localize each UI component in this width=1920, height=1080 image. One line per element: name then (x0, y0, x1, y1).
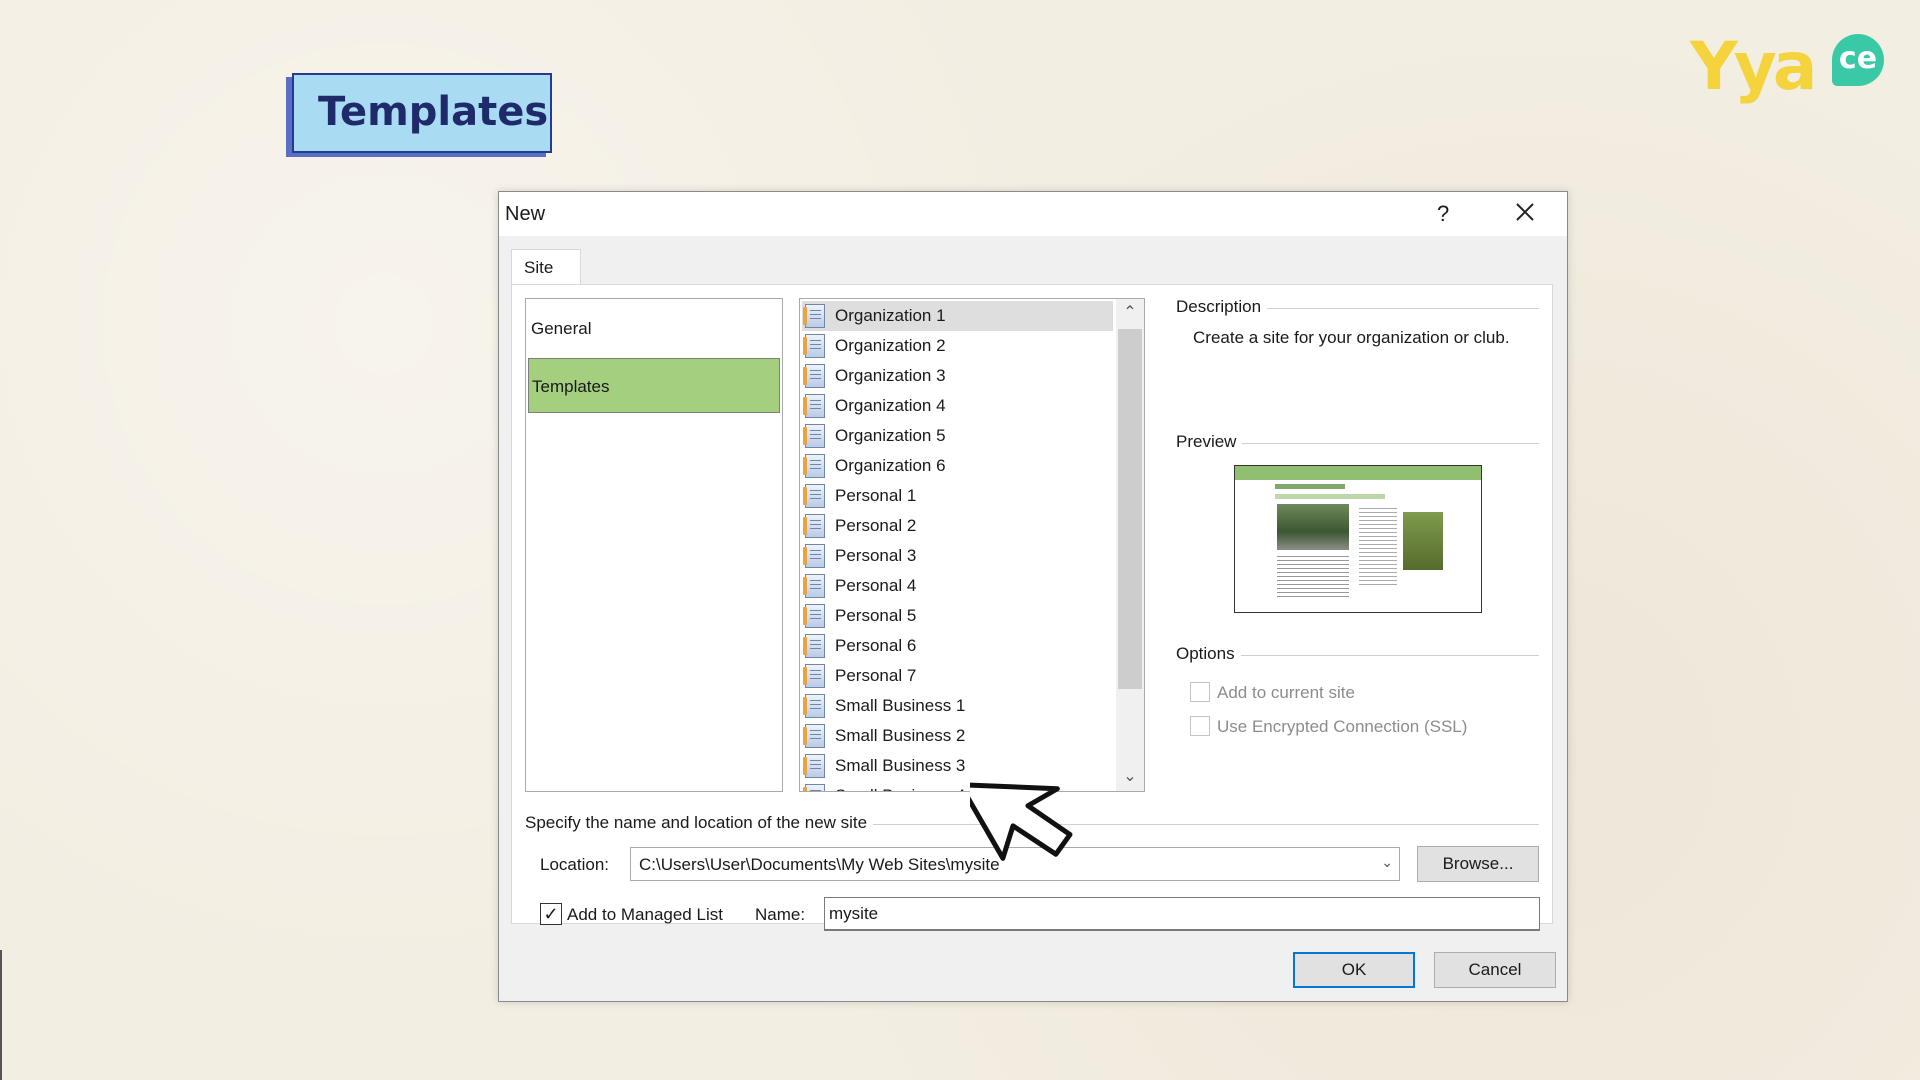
template-item[interactable]: Organization 2 (802, 331, 1113, 361)
template-item-label: Small Business 1 (835, 696, 966, 715)
template-item[interactable]: Organization 5 (802, 421, 1113, 451)
description-heading: Description (1176, 297, 1268, 317)
web-template-icon (803, 754, 825, 778)
scroll-up-icon[interactable]: ⌃ (1116, 299, 1144, 327)
template-item-label: Small Business 3 (835, 756, 966, 775)
name-field[interactable]: mysite (824, 897, 1540, 931)
scroll-down-icon[interactable]: ⌄ (1116, 763, 1144, 791)
name-value: mysite (829, 904, 879, 923)
description-text: Create a site for your organization or c… (1193, 328, 1510, 347)
web-template-icon (803, 544, 825, 568)
web-template-icon (803, 784, 825, 791)
template-item[interactable]: Personal 2 (802, 511, 1113, 541)
ssl-label: Use Encrypted Connection (SSL) (1217, 717, 1468, 736)
web-template-icon (803, 394, 825, 418)
preview-heading: Preview (1176, 432, 1243, 452)
web-template-icon (803, 424, 825, 448)
template-item-label: Personal 7 (835, 666, 917, 685)
template-item[interactable]: Organization 4 (802, 391, 1113, 421)
template-item-label: Personal 5 (835, 606, 917, 625)
web-template-icon (803, 604, 825, 628)
managed-list-label: Add to Managed List (567, 905, 723, 924)
template-item[interactable]: Personal 7 (802, 661, 1113, 691)
mouse-pointer-icon (970, 782, 1073, 861)
template-items: Organization 1 Organization 2 Organization… (800, 299, 1115, 791)
template-item[interactable]: Personal 3 (802, 541, 1113, 571)
category-general[interactable]: General (528, 301, 780, 356)
ssl-checkbox[interactable] (1190, 716, 1210, 736)
cancel-button[interactable]: Cancel (1434, 952, 1556, 988)
template-item[interactable]: Personal 1 (802, 481, 1113, 511)
brand-logo: Yya ce (1690, 28, 1900, 108)
template-item-label: Personal 2 (835, 516, 917, 535)
lesson-title-badge: Templates (292, 73, 552, 153)
template-item-label: Personal 4 (835, 576, 917, 595)
dialog-title: New (505, 203, 546, 225)
web-template-icon (803, 364, 825, 388)
web-template-icon (803, 634, 825, 658)
template-item[interactable]: Organization 6 (802, 451, 1113, 481)
help-button[interactable]: ? (1437, 201, 1449, 227)
options-divider (1212, 655, 1539, 656)
add-to-current-site-checkbox[interactable] (1190, 682, 1210, 702)
template-item-label: Organization 1 (835, 306, 946, 325)
template-item-label: Personal 6 (835, 636, 917, 655)
name-label: Name: (755, 905, 806, 924)
template-item[interactable]: Personal 4 (802, 571, 1113, 601)
template-scrollbar[interactable]: ⌃ ⌄ (1116, 299, 1144, 791)
template-item-label: Organization 2 (835, 336, 946, 355)
new-site-dialog: New ? Site General Templates Organizatio… (498, 191, 1568, 1002)
add-to-current-site-label: Add to current site (1217, 683, 1355, 702)
logo-text: Yya (1690, 28, 1817, 105)
location-label: Location: (540, 855, 609, 874)
template-item[interactable]: Small Business 2 (802, 721, 1113, 751)
location-section-heading: Specify the name and location of the new… (525, 813, 874, 833)
template-item-label: Personal 3 (835, 546, 917, 565)
close-icon[interactable] (1511, 198, 1539, 226)
web-template-icon (803, 514, 825, 538)
preview-divider (1212, 443, 1539, 444)
chevron-down-icon[interactable]: ⌄ (1381, 854, 1393, 871)
lesson-title: Templates (318, 89, 549, 135)
template-item-label: Small Business 2 (835, 726, 966, 745)
edge-line (0, 950, 2, 1080)
template-item[interactable]: Personal 6 (802, 631, 1113, 661)
location-value: C:\Users\User\Documents\My Web Sites\mys… (639, 855, 1000, 874)
managed-list-checkbox[interactable]: ✓ (540, 903, 562, 925)
web-template-icon (803, 304, 825, 328)
template-preview-image (1234, 465, 1482, 613)
web-template-icon (803, 724, 825, 748)
template-item-label: Organization 3 (835, 366, 946, 385)
template-item[interactable]: Organization 1 (802, 301, 1113, 331)
template-item-label: Small Business 4 (835, 786, 965, 791)
logo-badge-text: ce (1838, 41, 1878, 76)
template-item-label: Organization 6 (835, 456, 946, 475)
template-item[interactable]: Small Business 1 (802, 691, 1113, 721)
web-template-icon (803, 664, 825, 688)
tab-site[interactable]: Site (511, 249, 581, 285)
web-template-icon (803, 694, 825, 718)
template-item[interactable]: Organization 3 (802, 361, 1113, 391)
template-item-label: Personal 1 (835, 486, 917, 505)
template-item[interactable]: Personal 5 (802, 601, 1113, 631)
options-heading: Options (1176, 644, 1241, 664)
browse-button[interactable]: Browse... (1417, 846, 1539, 882)
web-template-icon (803, 574, 825, 598)
category-list: General Templates (525, 298, 783, 792)
web-template-icon (803, 454, 825, 478)
scroll-thumb[interactable] (1118, 329, 1142, 689)
logo-badge: ce (1832, 34, 1884, 86)
template-item-label: Organization 5 (835, 426, 946, 445)
ok-button[interactable]: OK (1293, 952, 1415, 988)
template-item-label: Organization 4 (835, 396, 946, 415)
category-templates[interactable]: Templates (528, 358, 780, 413)
web-template-icon (803, 334, 825, 358)
dialog-titlebar: New ? (499, 192, 1567, 236)
web-template-icon (803, 484, 825, 508)
template-list: Organization 1 Organization 2 Organization… (799, 298, 1145, 792)
